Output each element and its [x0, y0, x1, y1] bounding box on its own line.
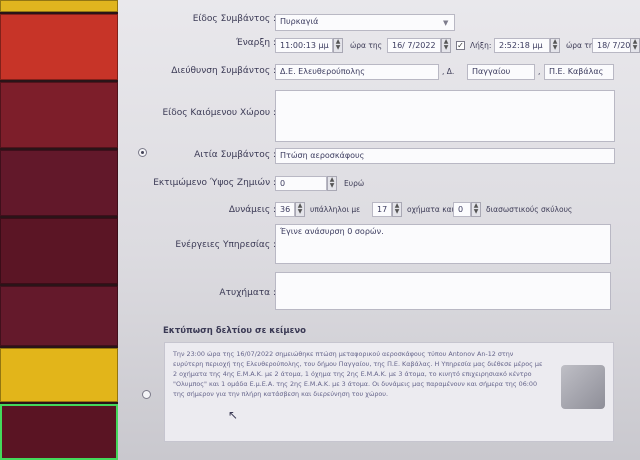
start-date-input[interactable]: 16/ 7/2022	[387, 38, 441, 53]
color-tile[interactable]	[0, 404, 118, 460]
aircraft-suffix: διασωστικούς σκύλους	[486, 205, 573, 214]
mouse-cursor-icon: ↖	[228, 408, 239, 422]
unit-prefix: ,	[538, 67, 541, 76]
print-icon[interactable]	[561, 365, 605, 409]
color-tile[interactable]	[0, 0, 118, 12]
end-time-input[interactable]: 2:52:18 μμ	[494, 38, 550, 53]
municipality-input[interactable]: Παγγαίου	[467, 64, 535, 80]
aircraft-spinner[interactable]: ▲ ▼	[471, 202, 481, 217]
incident-type-label: Είδος Συμβάντος :	[192, 14, 276, 24]
color-tile[interactable]	[0, 218, 118, 284]
color-tile[interactable]	[0, 14, 118, 80]
damage-unit: Ευρώ	[344, 179, 365, 188]
start-date-label: ώρα της	[350, 41, 383, 50]
report-preview: Την 23:00 ώρα της 16/07/2022 σημειώθηκε …	[164, 342, 614, 442]
sidebar-tiles	[0, 0, 118, 460]
personnel-input[interactable]: 36	[275, 202, 295, 217]
start-date-spinner[interactable]: ▲ ▼	[441, 38, 451, 53]
vehicles-input[interactable]: 17	[372, 202, 392, 217]
actions-textarea[interactable]: Έγινε ανάσυρση 0 σορών.	[275, 224, 611, 264]
cause-input[interactable]: Πτώση αεροσκάφους	[275, 148, 615, 164]
damage-spinner[interactable]: ▲ ▼	[327, 176, 337, 191]
cause-radio[interactable]	[138, 148, 147, 157]
burned-area-type-textarea[interactable]	[275, 90, 615, 142]
start-label: Έναρξη :	[235, 38, 276, 48]
color-tile[interactable]	[0, 286, 118, 346]
color-tile[interactable]	[0, 150, 118, 216]
vehicles-spinner[interactable]: ▲ ▼	[392, 202, 402, 217]
accidents-label: Ατυχήματα :	[219, 288, 276, 298]
incident-form-panel: Είδος Συμβάντος : Πυρκαγιά ▼ Έναρξη : 11…	[118, 0, 640, 460]
municipality-prefix: , Δ.	[442, 67, 455, 76]
personnel-suffix: υπάλληλοι με	[310, 205, 361, 214]
end-date-spinner[interactable]: ▲ ▼	[630, 38, 640, 53]
report-text: Την 23:00 ώρα της 16/07/2022 σημειώθηκε …	[173, 350, 543, 398]
end-checkbox[interactable]: ✓	[456, 41, 465, 50]
end-label: Λήξη:	[470, 41, 492, 50]
end-date-input[interactable]: 18/ 7/2022	[592, 38, 632, 53]
report-section-title: Εκτύπωση δελτίου σε κείμενο	[163, 326, 306, 336]
start-time-input[interactable]: 11:00:13 μμ	[275, 38, 333, 53]
cause-label: Αιτία Συμβάντος :	[194, 150, 276, 160]
start-time-spinner[interactable]: ▲ ▼	[333, 38, 343, 53]
damage-input[interactable]: 0	[275, 176, 327, 191]
actions-label: Ενέργειες Υπηρεσίας :	[175, 240, 276, 250]
incident-type-select[interactable]: Πυρκαγιά	[275, 14, 455, 31]
unit-input[interactable]: Π.Ε. Καβάλας	[544, 64, 614, 80]
end-time-spinner[interactable]: ▲ ▼	[550, 38, 560, 53]
personnel-spinner[interactable]: ▲ ▼	[295, 202, 305, 217]
address-street-input[interactable]: Δ.Ε. Ελευθερούπολης	[275, 64, 439, 80]
damage-label: Εκτιμώμενο Ύψος Ζημιών :	[153, 178, 276, 188]
aircraft-input[interactable]: 0	[453, 202, 471, 217]
accidents-textarea[interactable]	[275, 272, 611, 310]
address-label: Διεύθυνση Συμβάντος :	[171, 66, 276, 76]
chevron-down-icon[interactable]: ▼	[443, 19, 448, 27]
forces-label: Δυνάμεις :	[228, 205, 276, 215]
color-tile[interactable]	[0, 348, 118, 402]
vehicles-suffix: οχήματα και	[407, 205, 455, 214]
report-radio[interactable]	[142, 390, 151, 399]
burned-area-type-label: Είδος Καιόμενου Χώρου :	[162, 108, 277, 118]
color-tile[interactable]	[0, 82, 118, 148]
